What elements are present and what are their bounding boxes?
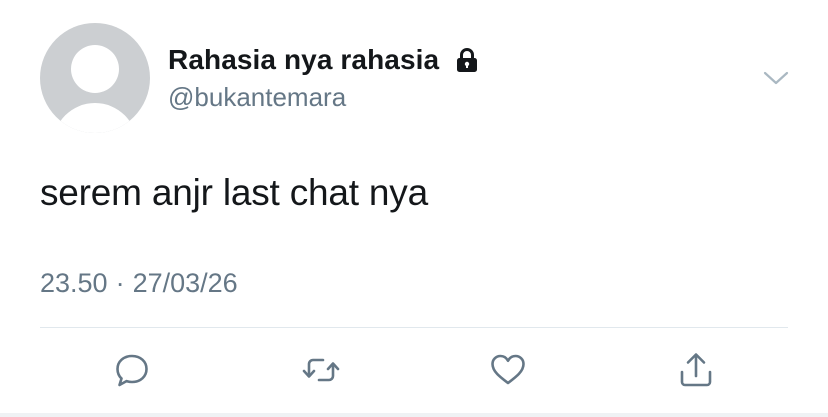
heart-icon <box>491 354 525 385</box>
meta-separator: · <box>115 268 125 298</box>
tweet-text: serem anjr last chat nya <box>40 172 428 213</box>
tweet-timestamp[interactable]: 23.50 · 27/03/26 <box>40 268 238 299</box>
retweet-icon <box>302 358 340 382</box>
reply-icon <box>116 354 148 387</box>
tweet-time: 23.50 <box>40 268 108 298</box>
tweet-card: Rahasia nya rahasia @bukantemara serem a… <box>0 0 828 417</box>
lock-icon <box>453 46 481 74</box>
share-button[interactable] <box>674 348 718 392</box>
avatar[interactable] <box>40 23 150 133</box>
chevron-down-icon[interactable] <box>762 66 790 90</box>
author-name-row: Rahasia nya rahasia <box>168 42 481 78</box>
display-name[interactable]: Rahasia nya rahasia <box>168 44 439 76</box>
tweet-date: 27/03/26 <box>132 268 238 298</box>
avatar-head-shape <box>71 45 119 93</box>
tweet-actions-bar <box>0 348 828 396</box>
author-handle[interactable]: @bukantemara <box>168 82 346 113</box>
like-button[interactable] <box>486 348 530 392</box>
share-icon <box>680 353 712 387</box>
retweet-button[interactable] <box>299 348 343 392</box>
avatar-body-shape <box>53 103 137 133</box>
bottom-separator <box>0 413 828 417</box>
reply-button[interactable] <box>110 348 154 392</box>
divider <box>40 327 788 328</box>
